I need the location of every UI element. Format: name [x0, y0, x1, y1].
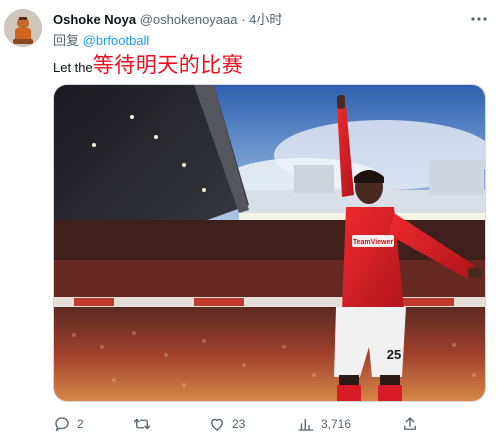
share-upload-icon: [404, 417, 416, 430]
tweet-media-photo[interactable]: TeamViewer 25: [53, 84, 486, 402]
retweet-button[interactable]: [133, 414, 157, 434]
tweet-text: Let the等待明天的比赛: [53, 52, 243, 81]
reply-button[interactable]: 2: [53, 414, 84, 434]
avatar[interactable]: [4, 9, 42, 47]
stadium-photo: TeamViewer 25: [54, 85, 485, 401]
view-count: 3,716: [321, 417, 352, 431]
timestamp[interactable]: 4小时: [249, 12, 282, 27]
reply-bubble-icon: [55, 417, 69, 432]
replying-to: 回复 @brfootball: [53, 32, 149, 50]
tweet-text-plain: Let the: [53, 60, 93, 75]
like-count: 23: [232, 417, 246, 431]
shirt-number-text: 25: [387, 347, 401, 362]
more-options-button[interactable]: [470, 12, 488, 26]
avatar-image: [4, 9, 42, 47]
share-button[interactable]: [401, 414, 419, 434]
user-handle[interactable]: @oshokenoyaaa: [140, 12, 238, 27]
tweet-actions: 2 23 3,716: [53, 414, 493, 434]
bar-chart-icon: [298, 418, 314, 431]
separator-dot: ·: [241, 12, 246, 27]
tweet-text-highlight: 等待明天的比赛: [92, 53, 244, 77]
heart-icon: [211, 418, 223, 431]
reply-prefix: 回复: [53, 33, 80, 48]
more-horizontal-icon: [471, 17, 487, 21]
tweet-header: Oshoke Noya @oshokenoyaaa · 4小时: [53, 11, 470, 29]
shirt-sponsor-text: TeamViewer: [353, 239, 393, 246]
like-button[interactable]: 23: [208, 414, 245, 434]
views-button[interactable]: 3,716: [297, 414, 351, 434]
reply-count: 2: [77, 417, 84, 431]
display-name[interactable]: Oshoke Noya: [53, 12, 136, 27]
mention-link[interactable]: @brfootball: [83, 33, 150, 48]
retweet-icon: [133, 418, 151, 430]
